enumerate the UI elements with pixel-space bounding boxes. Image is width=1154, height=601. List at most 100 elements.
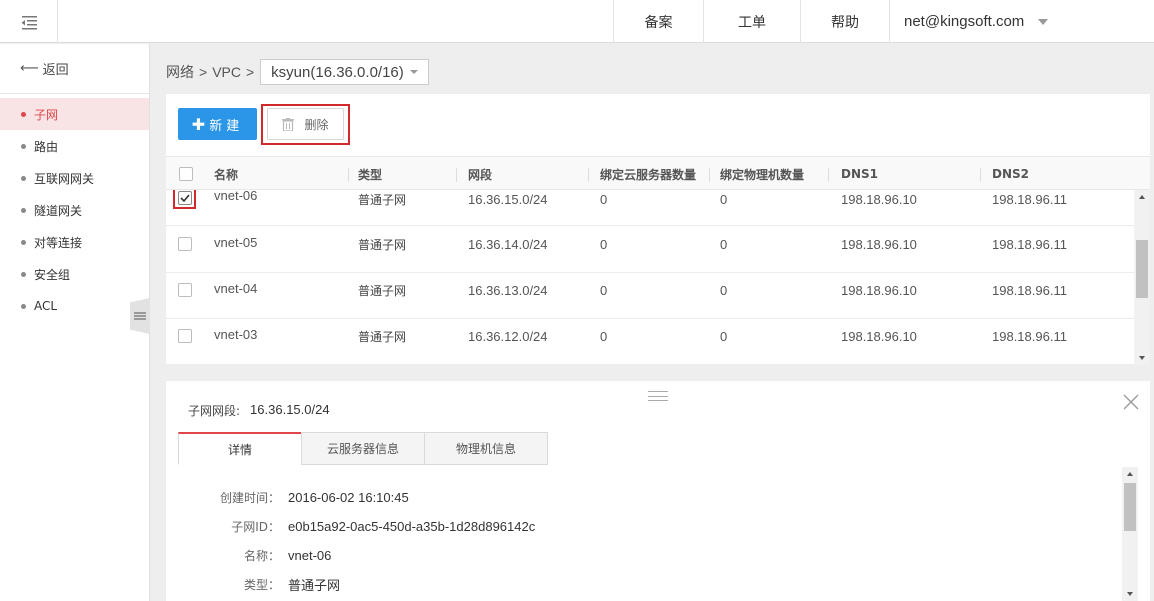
breadcrumb-network[interactable]: 网络: [166, 62, 194, 82]
scrollbar-thumb[interactable]: [1136, 240, 1148, 298]
user-email: net@kingsoft.com: [904, 13, 1025, 30]
column-header-pm-count[interactable]: 绑定物理机数量: [720, 157, 804, 191]
table-row[interactable]: vnet-04 普通子网 16.36.13.0/24 0 0 198.18.96…: [166, 273, 1134, 319]
detail-scrollbar[interactable]: [1122, 467, 1138, 601]
column-header-type[interactable]: 类型: [358, 157, 382, 191]
user-menu[interactable]: net@kingsoft.com: [889, 0, 1154, 43]
breadcrumb-vpc[interactable]: VPC: [212, 64, 241, 80]
checkmark-icon: [180, 194, 190, 202]
sidebar-item-subnet[interactable]: 子网: [0, 98, 149, 130]
column-header-vm-count[interactable]: 绑定云服务器数量: [600, 157, 696, 191]
row-checkbox[interactable]: [178, 237, 192, 251]
subnet-detail-panel: 子网网段: 16.36.15.0/24 详情 云服务器信息 物理机信息 创建时间…: [166, 381, 1150, 601]
column-header-dns2[interactable]: DNS2: [992, 157, 1029, 191]
row-checkbox[interactable]: [178, 191, 192, 205]
sidebar-item-label: 对等连接: [34, 235, 83, 250]
cell-dns1: 198.18.96.10: [841, 236, 917, 252]
scroll-up-icon[interactable]: [1127, 472, 1133, 476]
table-scrollbar[interactable]: [1134, 190, 1150, 365]
new-button-label: 新建: [209, 118, 244, 134]
select-all-cell: [179, 157, 193, 191]
scrollbar-thumb[interactable]: [1124, 483, 1136, 531]
cell-vm-count: 0: [600, 282, 608, 298]
new-button[interactable]: ✚ 新建: [178, 108, 257, 140]
chevron-down-icon: [1038, 18, 1049, 25]
resize-handle-icon[interactable]: [648, 391, 668, 401]
row-checkbox[interactable]: [178, 283, 192, 297]
sidebar-item-label: 子网: [34, 107, 59, 122]
table-row[interactable]: vnet-05 普通子网 16.36.14.0/24 0 0 198.18.96…: [166, 227, 1134, 273]
sidebar-collapse-handle[interactable]: [130, 298, 150, 334]
scroll-down-icon[interactable]: [1139, 356, 1145, 360]
select-all-checkbox[interactable]: [179, 167, 193, 181]
cell-dns2: 198.18.96.11: [992, 328, 1067, 344]
cell-name[interactable]: vnet-05: [214, 227, 257, 257]
field-label: 子网ID：: [231, 519, 280, 534]
menu-collapse-button[interactable]: [0, 0, 58, 43]
summary-value: 16.36.15.0/24: [250, 402, 330, 417]
vpc-select[interactable]: ksyun(16.36.0.0/16): [260, 59, 429, 85]
bullet-icon: [21, 111, 26, 117]
sidebar-item-route[interactable]: 路由: [0, 130, 149, 162]
bullet-icon: [21, 303, 26, 309]
tab-physical-machines[interactable]: 物理机信息: [424, 432, 548, 465]
menu-collapse-icon: [21, 15, 37, 29]
cell-cidr: 16.36.12.0/24: [468, 328, 548, 344]
trash-icon: [282, 117, 295, 131]
tab-details[interactable]: 详情: [178, 432, 302, 465]
sidebar-item-internet-gateway[interactable]: 互联网网关: [0, 162, 149, 194]
close-icon[interactable]: [1122, 393, 1140, 411]
cell-dns1: 198.18.96.10: [841, 328, 917, 344]
column-divider: [709, 168, 710, 182]
cell-vm-count: 0: [600, 191, 608, 207]
subnet-list-panel: ✚ 新建 删除 名称 类型 网段 绑定云服务器数量 绑定物理机数量 DNS1 D…: [166, 94, 1150, 365]
cell-cidr: 16.36.14.0/24: [468, 236, 548, 252]
cell-name[interactable]: vnet-06: [214, 190, 257, 210]
delete-button[interactable]: 删除: [267, 108, 344, 140]
cell-dns1: 198.18.96.10: [841, 282, 917, 298]
table-row[interactable]: vnet-03 普通子网 16.36.12.0/24 0 0 198.18.96…: [166, 319, 1134, 365]
field-value: vnet-06: [288, 547, 332, 563]
bullet-icon: [21, 175, 26, 181]
cell-type: 普通子网: [358, 283, 407, 298]
field-value: 2016-06-02 16:10:45: [288, 489, 409, 505]
field-name: 名称： vnet-06: [166, 545, 331, 565]
tab-cloud-servers[interactable]: 云服务器信息: [301, 432, 425, 465]
scroll-up-icon[interactable]: [1139, 195, 1145, 199]
column-header-name[interactable]: 名称: [214, 157, 238, 191]
cell-name[interactable]: vnet-04: [214, 273, 257, 303]
scroll-down-icon[interactable]: [1127, 592, 1133, 596]
back-link[interactable]: ⟵ 返回: [0, 44, 149, 94]
cell-vm-count: 0: [600, 236, 608, 252]
sidebar-item-security-group[interactable]: 安全组: [0, 258, 149, 290]
cell-type: 普通子网: [358, 329, 407, 344]
top-bar: 备案 工单 帮助 net@kingsoft.com: [0, 0, 1154, 43]
cell-name[interactable]: vnet-03: [214, 319, 257, 349]
arrow-left-icon: ⟵: [20, 61, 39, 76]
breadcrumb: 网络 > VPC > ksyun(16.36.0.0/16): [166, 59, 429, 85]
sidebar-item-label: 互联网网关: [34, 171, 95, 186]
sidebar-item-acl[interactable]: ACL: [0, 290, 149, 322]
delete-button-label: 删除: [304, 117, 329, 132]
nav-ticket[interactable]: 工单: [703, 0, 800, 43]
cell-pm-count: 0: [720, 282, 728, 298]
summary-label: 子网网段:: [188, 404, 241, 418]
cell-type: 普通子网: [358, 192, 407, 207]
detail-tabs: 详情 云服务器信息 物理机信息: [178, 432, 548, 465]
plus-icon: ✚: [191, 114, 206, 134]
table-row[interactable]: vnet-06 普通子网 16.36.15.0/24 0 0 198.18.96…: [166, 190, 1134, 226]
subnet-summary: 子网网段: 16.36.15.0/24: [188, 402, 330, 419]
sidebar-item-tunnel-gateway[interactable]: 隧道网关: [0, 194, 149, 226]
field-label: 创建时间：: [219, 490, 280, 505]
nav-help[interactable]: 帮助: [800, 0, 889, 43]
sidebar-item-peering[interactable]: 对等连接: [0, 226, 149, 258]
table-header: 名称 类型 网段 绑定云服务器数量 绑定物理机数量 DNS1 DNS2: [166, 156, 1150, 190]
field-label: 名称：: [243, 548, 280, 563]
column-divider: [456, 168, 457, 182]
column-header-cidr[interactable]: 网段: [468, 157, 492, 191]
column-header-dns1[interactable]: DNS1: [841, 157, 878, 191]
nav-beian[interactable]: 备案: [613, 0, 703, 43]
row-checkbox[interactable]: [178, 329, 192, 343]
bullet-icon: [21, 143, 26, 149]
cell-pm-count: 0: [720, 328, 728, 344]
